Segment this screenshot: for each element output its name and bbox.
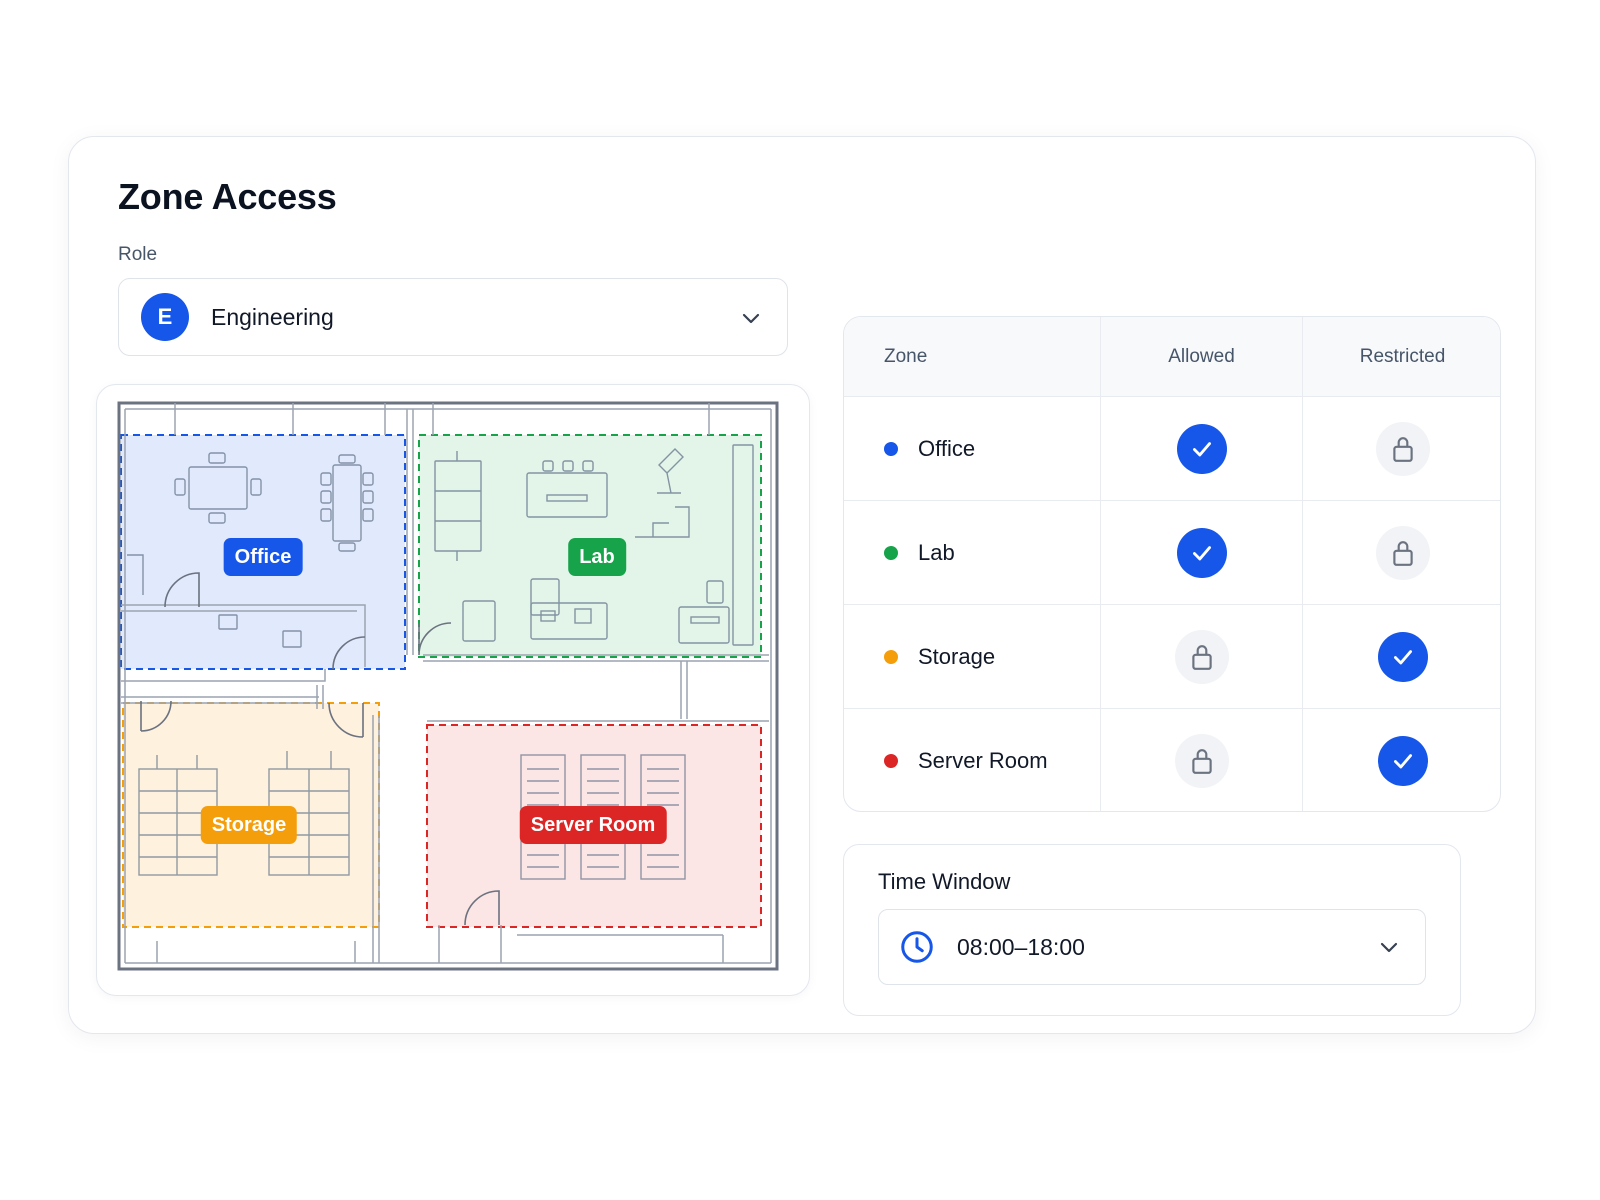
table-row: Office xyxy=(844,397,1500,501)
page-title: Zone Access xyxy=(118,176,337,217)
column-header-restricted: Restricted xyxy=(1359,345,1446,367)
zone-access-table: Zone Allowed Restricted Office Lab Stora… xyxy=(843,316,1501,812)
storage-zone-label[interactable]: Storage xyxy=(200,806,298,844)
time-window-value: 08:00–18:00 xyxy=(957,933,1085,960)
lock-icon[interactable] xyxy=(1174,629,1229,684)
table-row: Storage xyxy=(844,605,1500,709)
zone-color-dot xyxy=(884,441,898,456)
clock-icon xyxy=(901,931,933,963)
zone-name: Server Room xyxy=(918,748,1048,773)
zone-color-dot xyxy=(884,754,898,768)
floor-plan xyxy=(117,401,779,971)
lock-icon[interactable] xyxy=(1375,525,1430,580)
chevron-down-icon xyxy=(742,313,760,324)
chevron-down-icon xyxy=(1380,942,1398,953)
server-room-zone-label[interactable]: Server Room xyxy=(519,806,667,844)
time-window-select[interactable]: 08:00–18:00 xyxy=(878,909,1426,985)
table-header-row: Zone Allowed Restricted xyxy=(844,317,1500,397)
column-header-allowed: Allowed xyxy=(1168,345,1235,367)
zone-name: Storage xyxy=(918,643,996,669)
time-window-label: Time Window xyxy=(878,869,1011,894)
table-row: Lab xyxy=(844,501,1500,605)
role-value: Engineering xyxy=(211,303,334,330)
lock-icon[interactable] xyxy=(1375,421,1430,476)
zone-name: Office xyxy=(918,435,976,461)
check-icon[interactable] xyxy=(1176,527,1227,578)
check-icon[interactable] xyxy=(1377,736,1428,786)
lock-icon[interactable] xyxy=(1174,734,1229,788)
zone-color-dot xyxy=(884,545,898,560)
role-label: Role xyxy=(118,244,158,265)
column-header-zone: Zone xyxy=(884,345,928,367)
lab-zone-label[interactable]: Lab xyxy=(568,538,626,576)
role-select[interactable]: E Engineering xyxy=(118,278,788,356)
check-icon[interactable] xyxy=(1176,423,1227,474)
office-zone-label[interactable]: Office xyxy=(223,538,303,576)
role-avatar: E xyxy=(141,293,189,341)
check-icon[interactable] xyxy=(1377,631,1428,682)
zone-color-dot xyxy=(884,649,898,664)
table-row: Server Room xyxy=(844,709,1500,811)
time-window-panel: Time Window 08:00–18:00 xyxy=(843,844,1461,1016)
floor-plan-panel: Office Lab Storage Server Room xyxy=(96,384,810,996)
zone-name: Lab xyxy=(918,539,955,565)
